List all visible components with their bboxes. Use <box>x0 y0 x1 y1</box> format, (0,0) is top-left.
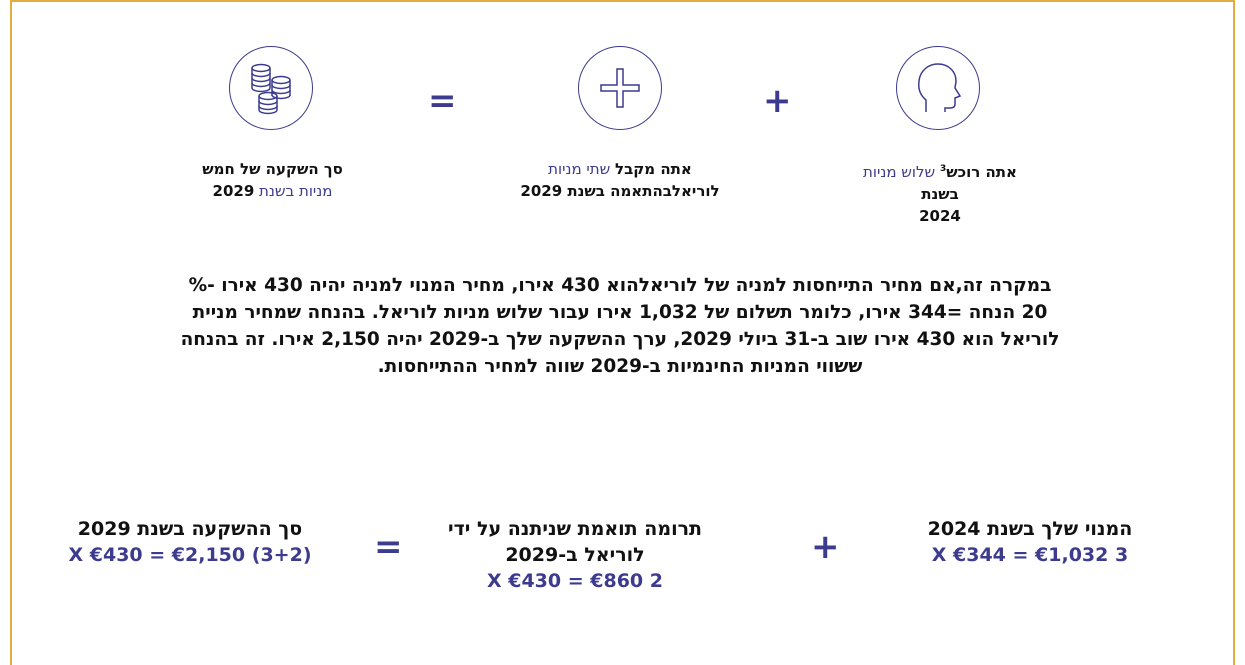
caption-bold-text: אתה מקבל <box>615 160 692 178</box>
calc-title: לוריאל ב-2029 <box>505 544 645 566</box>
caption-accent-text: שלוש מניות <box>863 163 940 181</box>
equals-sign: = <box>428 81 457 121</box>
caption-bold-text: סך השקעה של חמש <box>202 160 343 178</box>
coins-icon <box>229 46 313 130</box>
caption-line: לוריאלבהתאמה בשנת 2029 <box>520 182 720 200</box>
caption-year: 2024 <box>919 207 961 225</box>
plus-sign: + <box>763 81 792 121</box>
caption-bold-text: בשנת <box>921 185 959 203</box>
plus-icon <box>578 46 662 130</box>
calc-title: סך ההשקעה בשנת 2029 <box>77 518 303 540</box>
calc-title: המנוי שלך בשנת 2024 <box>927 518 1133 540</box>
inherit-caption: אתה רוכש3 שלוש מניות בשנת 2024 <box>850 158 1030 227</box>
total-calc: סך ההשקעה בשנת 2029 (3+2) X €430 = €2,15… <box>30 516 350 568</box>
calc-formula: 3 X €344 = €1,032 <box>931 544 1129 566</box>
calc-formula: 2 X €430 = €860 <box>486 570 664 592</box>
caption-bold-text: אתה רוכש <box>946 163 1017 181</box>
plus-sign: + <box>811 527 840 567</box>
subscription-calc: המנוי שלך בשנת 2024 3 X €344 = €1,032 <box>880 516 1180 568</box>
caption-accent-text: שתי מניות <box>548 160 616 178</box>
paragraph-line: לוריאל הוא 430 אירו שוב ב-31 ביולי 2029,… <box>180 329 1060 350</box>
matching-calc: תרומה תואמת שניתנה על ידי לוריאל ב-2029 … <box>410 516 740 594</box>
paragraph-line: ששווי המניות החינמיות ב-2029 שווה למחיר … <box>377 356 863 377</box>
head-icon <box>896 46 980 130</box>
paragraph-line: במקרה זה,אם מחיר התייחסות למניה של לוריא… <box>188 275 1052 296</box>
equals-sign: = <box>374 527 403 567</box>
match-caption: אתה מקבל שתי מניות לוריאלבהתאמה בשנת 202… <box>500 158 740 202</box>
total-caption: סך השקעה של חמש מניות בשנת 2029 <box>185 158 360 202</box>
caption-year: 2029 <box>212 182 255 200</box>
calc-formula: (3+2) X €430 = €2,150 <box>68 544 312 566</box>
calc-title: תרומה תואמת שניתנה על ידי <box>447 518 703 540</box>
paragraph-line: 20 הנחה =344 אירו, כלומר תשלום של 1,032 … <box>192 302 1048 323</box>
caption-accent-text: מניות בשנת <box>254 182 333 200</box>
explanation-paragraph: במקרה זה,אם מחיר התייחסות למניה של לוריא… <box>70 272 1170 380</box>
